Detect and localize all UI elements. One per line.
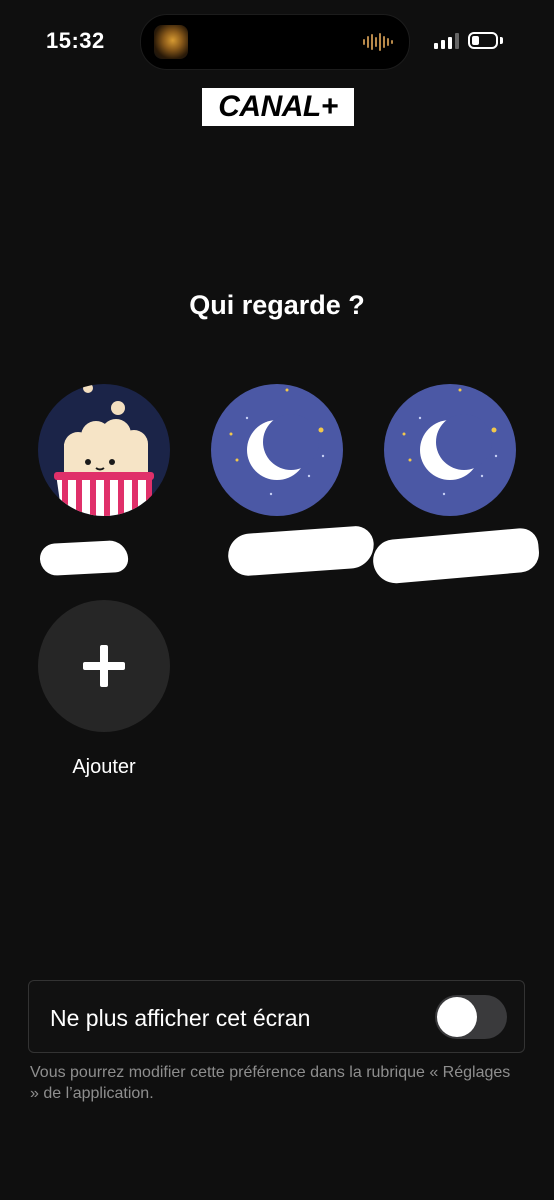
hide-screen-toggle[interactable]: [435, 995, 507, 1039]
add-profile-label[interactable]: Ajouter: [38, 756, 170, 779]
toggle-knob: [437, 997, 477, 1037]
preference-label: Ne plus afficher cet écran: [50, 1005, 311, 1031]
profile-avatar-moon[interactable]: [211, 384, 343, 516]
moon-icon: [229, 388, 325, 496]
profile-name-redacted: [39, 539, 129, 577]
profile-avatar-popcorn[interactable]: [38, 384, 170, 516]
battery-icon: [468, 32, 498, 49]
cellular-signal-icon: [434, 33, 459, 49]
dynamic-island[interactable]: [140, 14, 410, 70]
hide-screen-preference: Ne plus afficher cet écran: [28, 980, 525, 1053]
canal-plus-logo: CANAL+: [202, 88, 354, 126]
battery-level: [472, 36, 479, 45]
moon-icon: [402, 388, 498, 496]
add-profile-button[interactable]: [38, 600, 170, 732]
profile-name-redacted: [226, 524, 376, 578]
preference-note: Vous pourrez modifier cette préférence d…: [30, 1064, 511, 1102]
status-bar: 15:32: [0, 0, 554, 80]
plus-icon: [83, 645, 125, 687]
profile-avatar-moon[interactable]: [384, 384, 516, 516]
profile-name-redacted: [371, 526, 541, 586]
audio-waveform-icon: [363, 33, 393, 51]
now-playing-artwork: [154, 25, 188, 59]
battery-cap: [500, 37, 503, 44]
status-time: 15:32: [46, 28, 105, 53]
popcorn-icon: [54, 384, 154, 516]
page-title: Qui regarde ?: [189, 290, 365, 320]
